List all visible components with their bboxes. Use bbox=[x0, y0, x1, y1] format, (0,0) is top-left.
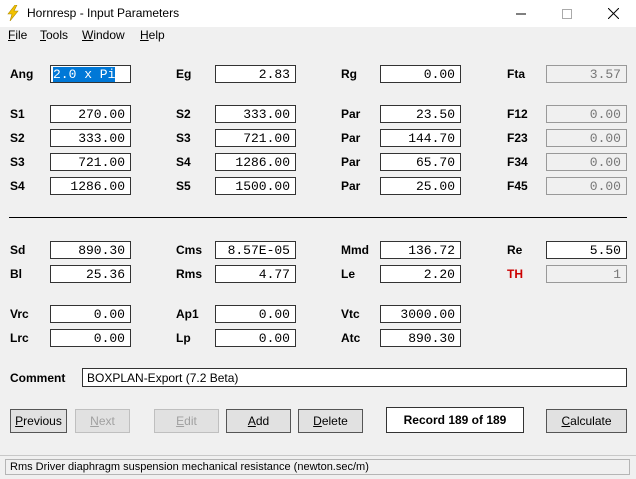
field-rms[interactable]: 4.77 bbox=[215, 265, 296, 283]
label-rg: Rg bbox=[341, 67, 357, 81]
label-s3: S3 bbox=[176, 131, 191, 145]
field-s3-left[interactable]: 721.00 bbox=[50, 153, 131, 171]
label-par-4: Par bbox=[341, 179, 361, 193]
menu-tools[interactable]: Tools bbox=[40, 28, 68, 42]
field-s1[interactable]: 270.00 bbox=[50, 105, 131, 123]
label-f34: F34 bbox=[507, 155, 528, 169]
label-ap1: Ap1 bbox=[176, 307, 199, 321]
menu-file[interactable]: File bbox=[8, 28, 27, 42]
label-s2: S2 bbox=[176, 107, 191, 121]
label-s5: S5 bbox=[176, 179, 191, 193]
calculate-button[interactable]: Calculate bbox=[546, 409, 627, 433]
field-s5[interactable]: 1500.00 bbox=[215, 177, 296, 195]
label-par-3: Par bbox=[341, 155, 361, 169]
label-vtc: Vtc bbox=[341, 307, 360, 321]
field-fta: 3.57 bbox=[546, 65, 627, 83]
label-comment: Comment bbox=[10, 371, 66, 385]
field-th: 1 bbox=[546, 265, 627, 283]
field-f45: 0.00 bbox=[546, 177, 627, 195]
label-re: Re bbox=[507, 243, 523, 257]
minimize-icon bbox=[516, 13, 526, 14]
field-f34: 0.00 bbox=[546, 153, 627, 171]
label-fta: Fta bbox=[507, 67, 525, 81]
record-counter: Record 189 of 189 bbox=[386, 407, 524, 433]
field-par-1[interactable]: 23.50 bbox=[380, 105, 461, 123]
label-par-2: Par bbox=[341, 131, 361, 145]
field-s2-left[interactable]: 333.00 bbox=[50, 129, 131, 147]
menu-help[interactable]: Help bbox=[140, 28, 165, 42]
label-s4: S4 bbox=[176, 155, 191, 169]
status-bar: Rms Driver diaphragm suspension mechanic… bbox=[0, 455, 636, 479]
field-s4-left[interactable]: 1286.00 bbox=[50, 177, 131, 195]
label-f23: F23 bbox=[507, 131, 528, 145]
label-f45: F45 bbox=[507, 179, 528, 193]
field-par-4[interactable]: 25.00 bbox=[380, 177, 461, 195]
label-th: TH bbox=[507, 267, 523, 281]
maximize-button[interactable] bbox=[544, 0, 590, 27]
field-eg[interactable]: 2.83 bbox=[215, 65, 296, 83]
field-lrc[interactable]: 0.00 bbox=[50, 329, 131, 347]
field-s2[interactable]: 333.00 bbox=[215, 105, 296, 123]
label-f12: F12 bbox=[507, 107, 528, 121]
label-s2-left: S2 bbox=[10, 131, 25, 145]
label-s1: S1 bbox=[10, 107, 25, 121]
label-s4-left: S4 bbox=[10, 179, 25, 193]
label-eg: Eg bbox=[176, 67, 192, 81]
field-cms[interactable]: 8.57E-05 bbox=[215, 241, 296, 259]
section-divider bbox=[9, 217, 627, 218]
label-sd: Sd bbox=[10, 243, 26, 257]
field-ap1[interactable]: 0.00 bbox=[215, 305, 296, 323]
label-atc: Atc bbox=[341, 331, 361, 345]
field-f12: 0.00 bbox=[546, 105, 627, 123]
minimize-button[interactable] bbox=[498, 0, 544, 27]
label-le: Le bbox=[341, 267, 356, 281]
field-par-3[interactable]: 65.70 bbox=[380, 153, 461, 171]
field-lp[interactable]: 0.00 bbox=[215, 329, 296, 347]
field-le[interactable]: 2.20 bbox=[380, 265, 461, 283]
field-mmd[interactable]: 136.72 bbox=[380, 241, 461, 259]
label-cms: Cms bbox=[176, 243, 203, 257]
field-vtc[interactable]: 3000.00 bbox=[380, 305, 461, 323]
field-bl[interactable]: 25.36 bbox=[50, 265, 131, 283]
field-s4[interactable]: 1286.00 bbox=[215, 153, 296, 171]
field-par-2[interactable]: 144.70 bbox=[380, 129, 461, 147]
menu-bar: File Tools Window Help bbox=[0, 27, 636, 46]
edit-button[interactable]: Edit bbox=[154, 409, 219, 433]
label-lrc: Lrc bbox=[10, 331, 29, 345]
title-bar: Hornresp - Input Parameters bbox=[0, 0, 636, 27]
next-button[interactable]: Next bbox=[75, 409, 130, 433]
lightning-bolt-icon bbox=[7, 5, 19, 21]
label-vrc: Vrc bbox=[10, 307, 29, 321]
label-rms: Rms bbox=[176, 267, 203, 281]
comment-field[interactable]: BOXPLAN-Export (7.2 Beta) bbox=[82, 368, 627, 387]
previous-button[interactable]: Previous bbox=[10, 409, 67, 433]
window-title: Hornresp - Input Parameters bbox=[27, 6, 180, 20]
field-re[interactable]: 5.50 bbox=[546, 241, 627, 259]
maximize-icon bbox=[562, 8, 572, 19]
close-button[interactable] bbox=[590, 0, 636, 27]
status-text: Rms Driver diaphragm suspension mechanic… bbox=[5, 459, 630, 475]
field-ang-value: 2.0 x Pi bbox=[53, 67, 116, 82]
label-par-1: Par bbox=[341, 107, 361, 121]
field-atc[interactable]: 890.30 bbox=[380, 329, 461, 347]
field-s3[interactable]: 721.00 bbox=[215, 129, 296, 147]
field-ang[interactable]: 2.0 x Pi bbox=[50, 65, 131, 83]
label-ang: Ang bbox=[10, 67, 34, 81]
field-rg[interactable]: 0.00 bbox=[380, 65, 461, 83]
label-mmd: Mmd bbox=[341, 243, 369, 257]
label-lp: Lp bbox=[176, 331, 191, 345]
close-icon bbox=[607, 8, 619, 19]
label-bl: Bl bbox=[10, 267, 22, 281]
label-s3-left: S3 bbox=[10, 155, 25, 169]
field-sd[interactable]: 890.30 bbox=[50, 241, 131, 259]
field-f23: 0.00 bbox=[546, 129, 627, 147]
add-button[interactable]: Add bbox=[226, 409, 291, 433]
field-vrc[interactable]: 0.00 bbox=[50, 305, 131, 323]
menu-window[interactable]: Window bbox=[82, 28, 125, 42]
delete-button[interactable]: Delete bbox=[298, 409, 363, 433]
